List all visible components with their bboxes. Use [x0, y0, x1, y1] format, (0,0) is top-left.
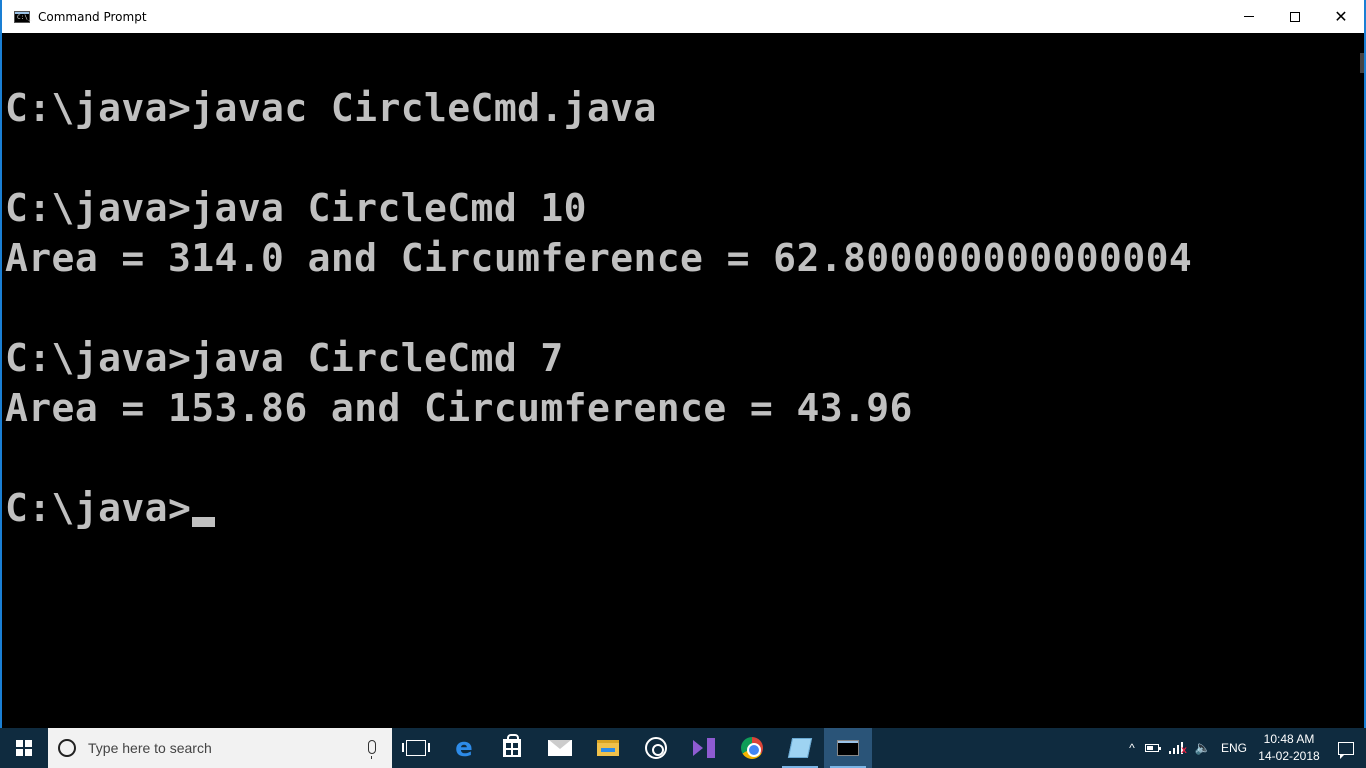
window-title: Command Prompt: [38, 9, 147, 24]
close-icon: ✕: [1334, 6, 1348, 26]
window-controls: ✕: [1226, 0, 1364, 33]
minimize-icon: [1244, 16, 1254, 17]
windows-logo-icon: [16, 740, 32, 756]
store-icon: [503, 734, 521, 757]
chrome-icon: [741, 737, 763, 759]
language-indicator: ENG: [1220, 741, 1247, 755]
scrollbar-thumb[interactable]: [1360, 53, 1364, 73]
maximize-icon: [1290, 11, 1300, 22]
console-line: Area = 153.86 and Circumference = 43.96: [5, 386, 913, 430]
visual-studio-icon: [693, 738, 715, 758]
cortana-circle-icon: [58, 739, 76, 757]
edge-button[interactable]: e: [440, 728, 488, 768]
clock-time: 10:48 AM: [1263, 732, 1315, 746]
clock-date: 14-02-2018: [1258, 749, 1320, 763]
console-prompt: C:\java>: [5, 486, 192, 530]
text-cursor: [192, 517, 216, 527]
chrome-button[interactable]: [728, 728, 776, 768]
mail-icon: [548, 740, 572, 756]
taskbar: Type here to search e ^ x 🔈 ENG 10:48 AM…: [0, 728, 1366, 768]
mail-button[interactable]: [536, 728, 584, 768]
console-line: Area = 314.0 and Circumference = 62.8000…: [5, 236, 1193, 280]
maximize-button[interactable]: [1272, 0, 1318, 33]
vertical-scrollbar[interactable]: [1360, 33, 1364, 728]
console-prompt-line[interactable]: C:\java>: [2, 483, 1362, 533]
volume-button[interactable]: 🔈: [1190, 728, 1216, 768]
task-view-icon: [402, 740, 430, 756]
notes-button[interactable]: [776, 728, 824, 768]
speaker-icon: 🔈: [1194, 740, 1211, 755]
start-button[interactable]: [0, 728, 48, 768]
console-line: C:\java>javac CircleCmd.java: [5, 86, 657, 130]
battery-icon: [1144, 744, 1161, 752]
show-hidden-icons-button[interactable]: ^: [1124, 728, 1140, 768]
close-button[interactable]: ✕: [1318, 0, 1364, 33]
command-prompt-window: C:\_ Command Prompt ✕ C:\java>javac Circ…: [0, 0, 1366, 728]
network-disconnected-icon: x: [1168, 742, 1187, 756]
command-prompt-icon: [837, 740, 859, 756]
groove-icon: [645, 737, 667, 759]
edge-icon: e: [455, 733, 473, 763]
visual-studio-button[interactable]: [680, 728, 728, 768]
file-explorer-button[interactable]: [584, 728, 632, 768]
task-view-button[interactable]: [392, 728, 440, 768]
console-line: C:\java>java CircleCmd 10: [5, 186, 587, 230]
system-tray: ^ x 🔈 ENG 10:48 AM 14-02-2018: [1124, 728, 1366, 768]
taskbar-search-box[interactable]: Type here to search: [48, 728, 392, 768]
groove-button[interactable]: [632, 728, 680, 768]
language-button[interactable]: ENG: [1216, 728, 1252, 768]
clock-button[interactable]: 10:48 AM 14-02-2018: [1252, 728, 1326, 768]
minimize-button[interactable]: [1226, 0, 1272, 33]
action-center-button[interactable]: [1326, 728, 1366, 768]
command-prompt-taskbar-button[interactable]: [824, 728, 872, 768]
file-explorer-icon: [597, 740, 619, 756]
title-bar[interactable]: C:\_ Command Prompt ✕: [2, 0, 1364, 33]
chevron-up-icon: ^: [1129, 741, 1135, 755]
notes-icon: [787, 738, 813, 758]
search-placeholder: Type here to search: [88, 740, 212, 756]
command-prompt-icon: C:\_: [14, 10, 31, 23]
console-line: C:\java>java CircleCmd 7: [5, 336, 564, 380]
notification-icon: [1338, 741, 1354, 759]
console-output[interactable]: C:\java>javac CircleCmd.java C:\java>jav…: [2, 33, 1362, 728]
battery-button[interactable]: [1140, 728, 1164, 768]
network-button[interactable]: x: [1164, 728, 1190, 768]
store-button[interactable]: [488, 728, 536, 768]
microphone-icon[interactable]: [368, 740, 376, 759]
